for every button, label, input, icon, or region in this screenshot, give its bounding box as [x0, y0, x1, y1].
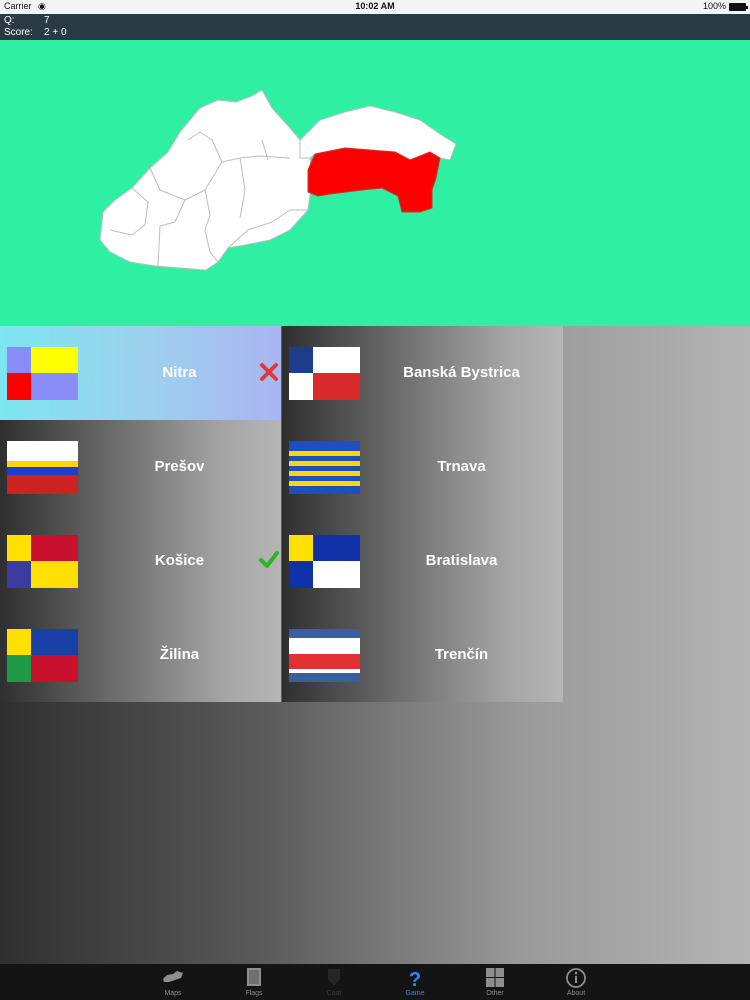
score-label: Score:: [4, 27, 33, 38]
tab-about[interactable]: About: [536, 964, 616, 1000]
tab-game[interactable]: ? Game: [375, 964, 455, 1000]
flag-kosice: [7, 535, 78, 588]
flag-presov: [7, 441, 78, 494]
question-icon: ?: [409, 969, 421, 989]
answer-nitra[interactable]: Nitra: [0, 326, 281, 420]
question-label: Q:: [4, 15, 15, 26]
answer-label: Trenčín: [434, 646, 489, 663]
flag-trencin: [289, 629, 360, 682]
map-area: [0, 40, 750, 326]
question-row: Q: 7: [4, 15, 50, 27]
flag-banska-bystrica: [289, 347, 360, 400]
coat-icon: [328, 969, 340, 986]
tab-label: Flags: [245, 990, 263, 997]
grid-icon: [486, 968, 504, 987]
tab-bar: Maps Flags Coat ? Game Other About: [0, 964, 750, 1000]
tab-label: Other: [486, 990, 504, 997]
clock: 10:02 AM: [355, 1, 395, 11]
answer-label: Trnava: [437, 458, 486, 475]
score-row: Score: 2 + 0: [4, 27, 67, 39]
tab-maps[interactable]: Maps: [133, 964, 213, 1000]
battery-icon: [729, 3, 748, 11]
answer-label: Prešov: [154, 458, 205, 475]
flag-zilina: [7, 629, 78, 682]
x-mark-icon: [260, 363, 278, 381]
flag-trnava: [289, 441, 360, 494]
battery-percent: 100%: [702, 1, 726, 11]
question-number: 7: [44, 15, 50, 26]
tab-label: Maps: [164, 990, 182, 997]
tab-label: Coat: [326, 990, 342, 997]
answer-label: Bratislava: [425, 552, 498, 569]
svg-text:?: ?: [409, 969, 421, 989]
answer-zilina[interactable]: Žilina: [0, 608, 281, 702]
slovakia-map: [99, 89, 457, 271]
answer-label: Banská Bystrica: [403, 364, 520, 381]
tab-label: About: [566, 990, 586, 997]
info-icon: [566, 968, 586, 988]
flag-bratislava: [289, 535, 360, 588]
status-bar: Carrier ◉ 10:02 AM 100%: [0, 0, 750, 14]
tab-flags[interactable]: Flags: [214, 964, 294, 1000]
map-icon: [163, 971, 183, 982]
score-value: 2 + 0: [44, 27, 67, 38]
flag-icon: [247, 968, 261, 986]
answer-banska-bystrica[interactable]: Banská Bystrica: [282, 326, 563, 420]
answer-presov[interactable]: Prešov: [0, 420, 281, 514]
map-region-west: [99, 89, 313, 271]
tab-label: Game: [405, 990, 425, 997]
map-region-highlighted: [307, 147, 441, 213]
tab-coat[interactable]: Coat: [294, 964, 374, 1000]
answer-label: Nitra: [162, 364, 197, 381]
answer-label: Žilina: [159, 646, 200, 663]
answer-bratislava[interactable]: Bratislava: [282, 514, 563, 608]
answer-grid: Nitra Banská Bystrica Prešov Trnava Koši…: [0, 326, 563, 702]
tab-other[interactable]: Other: [455, 964, 535, 1000]
game-info-bar: Q: 7 Score: 2 + 0: [0, 14, 750, 40]
answer-label: Košice: [154, 552, 205, 569]
answer-trnava[interactable]: Trnava: [282, 420, 563, 514]
check-mark-icon: [259, 551, 279, 568]
answer-kosice[interactable]: Košice: [0, 514, 281, 608]
answer-trencin[interactable]: Trenčín: [282, 608, 563, 702]
flag-nitra: [7, 347, 78, 400]
